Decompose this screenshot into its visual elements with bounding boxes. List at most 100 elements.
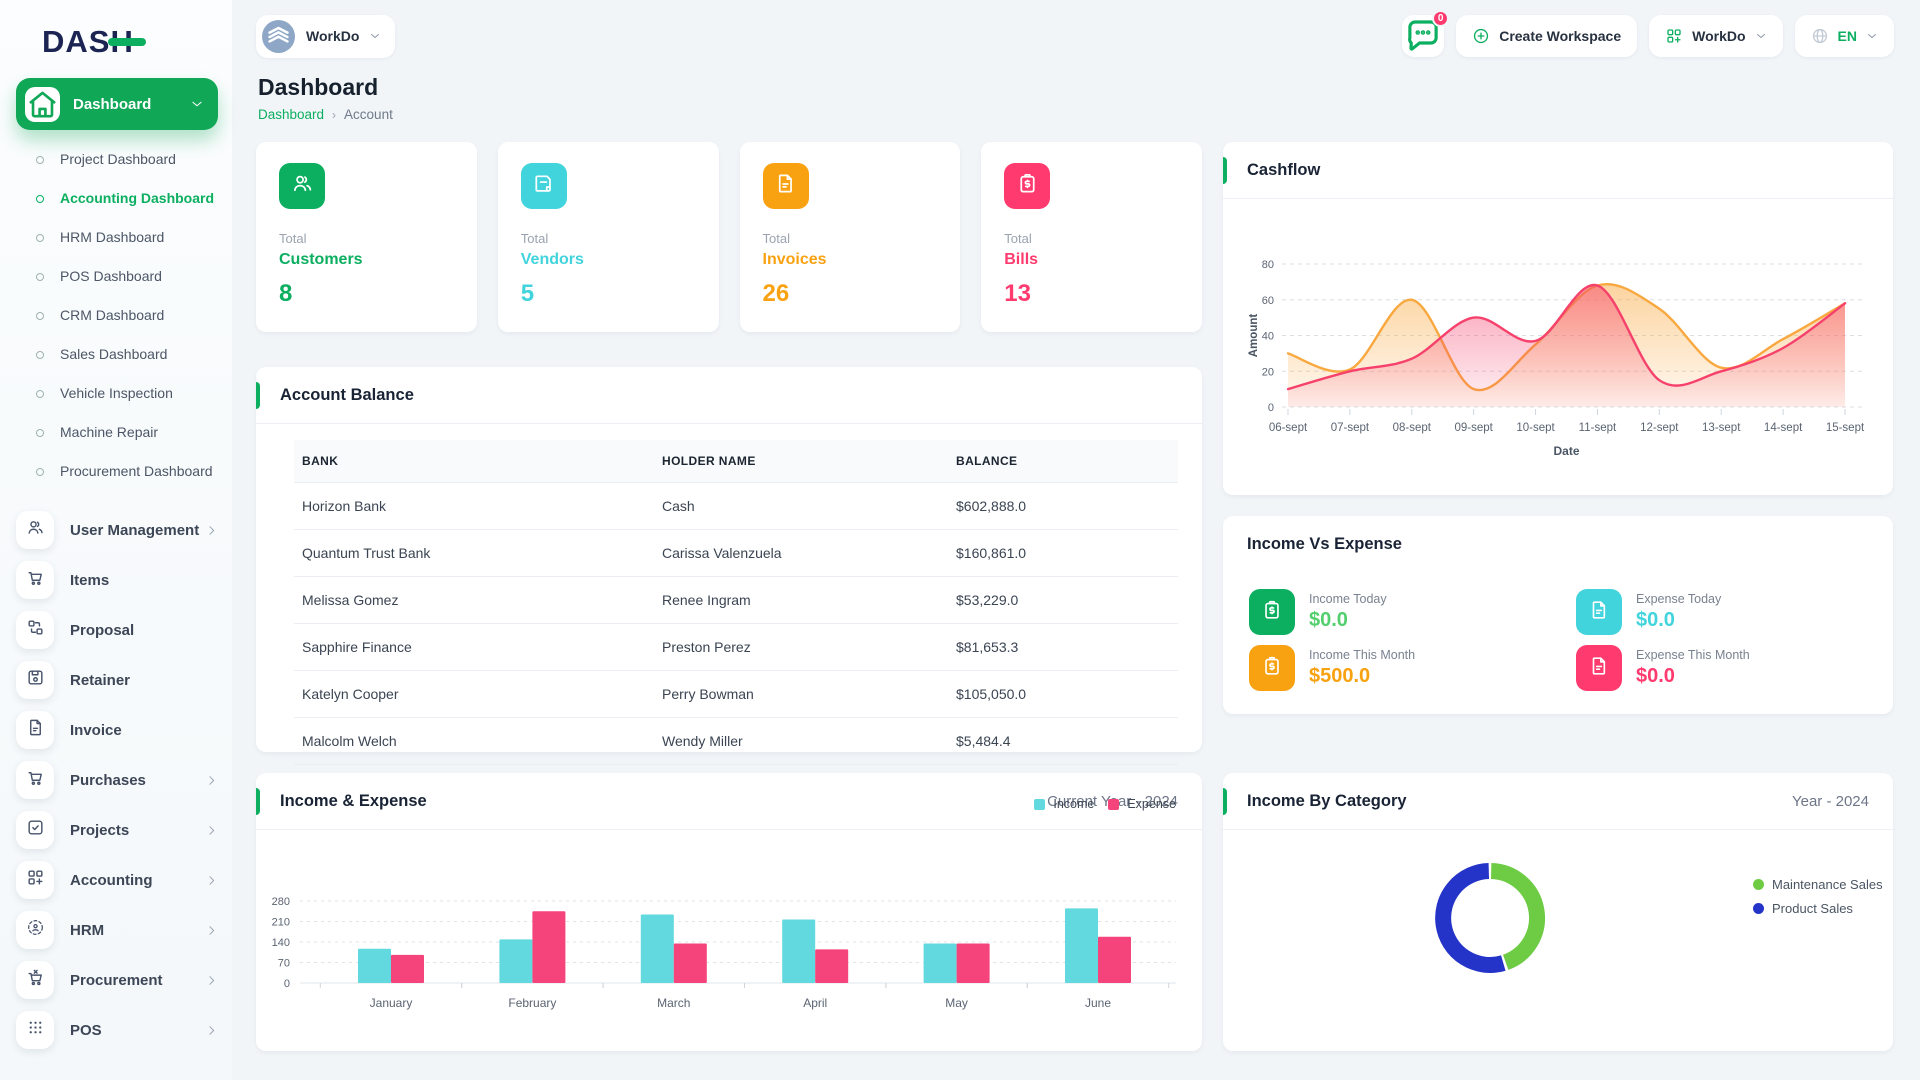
- legend-item-maintenance-sales[interactable]: Maintenance Sales: [1753, 877, 1883, 892]
- svg-text:20: 20: [1262, 366, 1274, 378]
- account-balance-table-wrap: BANKHOLDER NAMEBALANCE Horizon BankCash$…: [294, 440, 1178, 765]
- table-cell: Carissa Valenzuela: [652, 530, 946, 577]
- legend-item-expense[interactable]: Expense: [1108, 797, 1176, 811]
- chevron-right-icon: [205, 974, 218, 987]
- sidebar-item-pos[interactable]: POS: [16, 1005, 218, 1055]
- sidebar-item-procurement[interactable]: Procurement: [16, 955, 218, 1005]
- table-row: Horizon BankCash$602,888.0: [294, 483, 1178, 530]
- bar-chart-legend: Income Expense: [1034, 797, 1176, 811]
- column-header-bank: BANK: [294, 440, 652, 483]
- sidebar-item-invoice[interactable]: Invoice: [16, 705, 218, 755]
- sidebar-item-label: Invoice: [70, 722, 218, 739]
- messages-button[interactable]: 0: [1402, 15, 1444, 57]
- stat-card-invoices: TotalInvoices26: [740, 142, 961, 332]
- income-by-category-title: Income By Category: [1247, 792, 1407, 811]
- income-vs-expense-header: Income Vs Expense: [1223, 516, 1893, 573]
- stat-category-label: Bills: [1004, 251, 1179, 269]
- topbar: WorkDo 0 Create Workspace WorkDo: [256, 0, 1894, 64]
- workspace-switcher[interactable]: WorkDo: [256, 15, 395, 58]
- ive-value: $500.0: [1309, 665, 1415, 688]
- note-icon: [532, 172, 555, 200]
- sidebar-subitem-label: Sales Dashboard: [60, 346, 167, 363]
- cashflow-area-chart: 02040608006-sept07-sept08-sept09-sept10-…: [1223, 199, 1893, 494]
- sidebar-subitem-label: Procurement Dashboard: [60, 463, 213, 480]
- breadcrumb-link-dashboard[interactable]: Dashboard: [258, 107, 324, 122]
- language-selector[interactable]: EN: [1795, 15, 1894, 57]
- table-cell: Katelyn Cooper: [294, 671, 652, 718]
- sidebar-subitem-hrm-dashboard[interactable]: HRM Dashboard: [30, 218, 218, 257]
- dashboard-content: TotalCustomers8TotalVendors5TotalInvoice…: [256, 142, 1894, 1051]
- sidebar-subitem-crm-dashboard[interactable]: CRM Dashboard: [30, 296, 218, 335]
- brand-logo[interactable]: DASH: [16, 14, 218, 78]
- svg-text:0: 0: [284, 978, 290, 990]
- table-cell: $53,229.0: [946, 577, 1178, 624]
- create-workspace-button[interactable]: Create Workspace: [1456, 15, 1637, 57]
- table-cell: Horizon Bank: [294, 483, 652, 530]
- svg-text:280: 280: [272, 896, 290, 908]
- cart-flag-icon: [26, 968, 45, 992]
- chevron-right-icon: [205, 924, 218, 937]
- stat-total-label: Total: [763, 231, 938, 246]
- sidebar-item-label: POS: [70, 1022, 205, 1039]
- sidebar-subitem-project-dashboard[interactable]: Project Dashboard: [30, 140, 218, 179]
- ive-card-income-today: Income Today$0.0: [1249, 589, 1576, 635]
- svg-text:60: 60: [1262, 295, 1274, 307]
- chevron-right-icon: [205, 874, 218, 887]
- sidebar-item-retainer[interactable]: Retainer: [16, 655, 218, 705]
- legend-item-income[interactable]: Income: [1034, 797, 1094, 811]
- table-cell: Perry Bowman: [652, 671, 946, 718]
- workdo-menu-button[interactable]: WorkDo: [1649, 15, 1782, 57]
- sidebar-item-label: Procurement: [70, 972, 205, 989]
- svg-text:140: 140: [272, 937, 290, 949]
- svg-text:40: 40: [1262, 331, 1274, 343]
- chevron-right-icon: [205, 524, 218, 537]
- sidebar-item-user-management[interactable]: User Management: [16, 505, 218, 555]
- legend-swatch-icon: [1753, 879, 1764, 890]
- workdo-menu-label: WorkDo: [1692, 28, 1745, 44]
- table-cell: Cash: [652, 483, 946, 530]
- language-code: EN: [1838, 28, 1857, 44]
- chevron-down-icon: [369, 30, 381, 42]
- income-vs-expense-panel: Income Vs Expense Income Today$0.0 Expens…: [1223, 516, 1893, 714]
- cashflow-panel: Cashflow 02040608006-sept07-sept08-sept0…: [1223, 142, 1893, 495]
- sidebar-item-projects[interactable]: Projects: [16, 805, 218, 855]
- file-lines-icon: [1588, 655, 1610, 682]
- ive-label: Expense This Month: [1636, 648, 1750, 662]
- sidebar-subitem-sales-dashboard[interactable]: Sales Dashboard: [30, 335, 218, 374]
- sidebar-item-accounting[interactable]: Accounting: [16, 855, 218, 905]
- sidebar-menu: User ManagementItemsProposalRetainer Invo…: [16, 499, 218, 1055]
- svg-text:13-sept: 13-sept: [1702, 422, 1741, 434]
- sidebar-item-hrm[interactable]: HRM: [16, 905, 218, 955]
- sidebar-subitem-label: HRM Dashboard: [60, 229, 164, 246]
- sidebar-subitem-machine-repair[interactable]: Machine Repair: [30, 413, 218, 452]
- person-circle-icon: [26, 918, 45, 942]
- legend-label: Income: [1053, 797, 1094, 811]
- svg-text:0: 0: [1268, 402, 1274, 414]
- sidebar-subitem-vehicle-inspection[interactable]: Vehicle Inspection: [30, 374, 218, 413]
- sidebar-dashboard-label: Dashboard: [73, 96, 190, 113]
- sidebar-subitem-pos-dashboard[interactable]: POS Dashboard: [30, 257, 218, 296]
- sidebar-subitem-label: Accounting Dashboard: [60, 190, 214, 207]
- building-icon: [262, 20, 295, 53]
- sidebar-item-dashboard[interactable]: Dashboard: [16, 78, 218, 130]
- income-expense-title: Income & Expense: [280, 792, 427, 811]
- stat-value: 8: [279, 280, 454, 308]
- account-balance-title: Account Balance: [280, 386, 414, 405]
- sidebar-item-purchases[interactable]: Purchases: [16, 755, 218, 805]
- bullet-icon: [36, 234, 44, 242]
- stat-cards: TotalCustomers8TotalVendors5TotalInvoice…: [256, 142, 1202, 332]
- svg-text:January: January: [370, 996, 413, 1010]
- sidebar-item-proposal[interactable]: Proposal: [16, 605, 218, 655]
- sidebar-item-label: Projects: [70, 822, 205, 839]
- svg-text:70: 70: [278, 958, 290, 970]
- sidebar-subitem-accounting-dashboard[interactable]: Accounting Dashboard: [30, 179, 218, 218]
- legend-item-product-sales[interactable]: Product Sales: [1753, 901, 1883, 916]
- sidebar-subitem-procurement-dashboard[interactable]: Procurement Dashboard: [30, 452, 218, 491]
- sidebar-item-items[interactable]: Items: [16, 555, 218, 605]
- sidebar-subitem-label: POS Dashboard: [60, 268, 162, 285]
- ive-label: Income Today: [1309, 592, 1387, 606]
- bullet-icon: [36, 156, 44, 164]
- svg-text:March: March: [657, 996, 690, 1010]
- file-lines-icon: [1588, 599, 1610, 626]
- table-row: Malcolm WelchWendy Miller$5,484.4: [294, 718, 1178, 765]
